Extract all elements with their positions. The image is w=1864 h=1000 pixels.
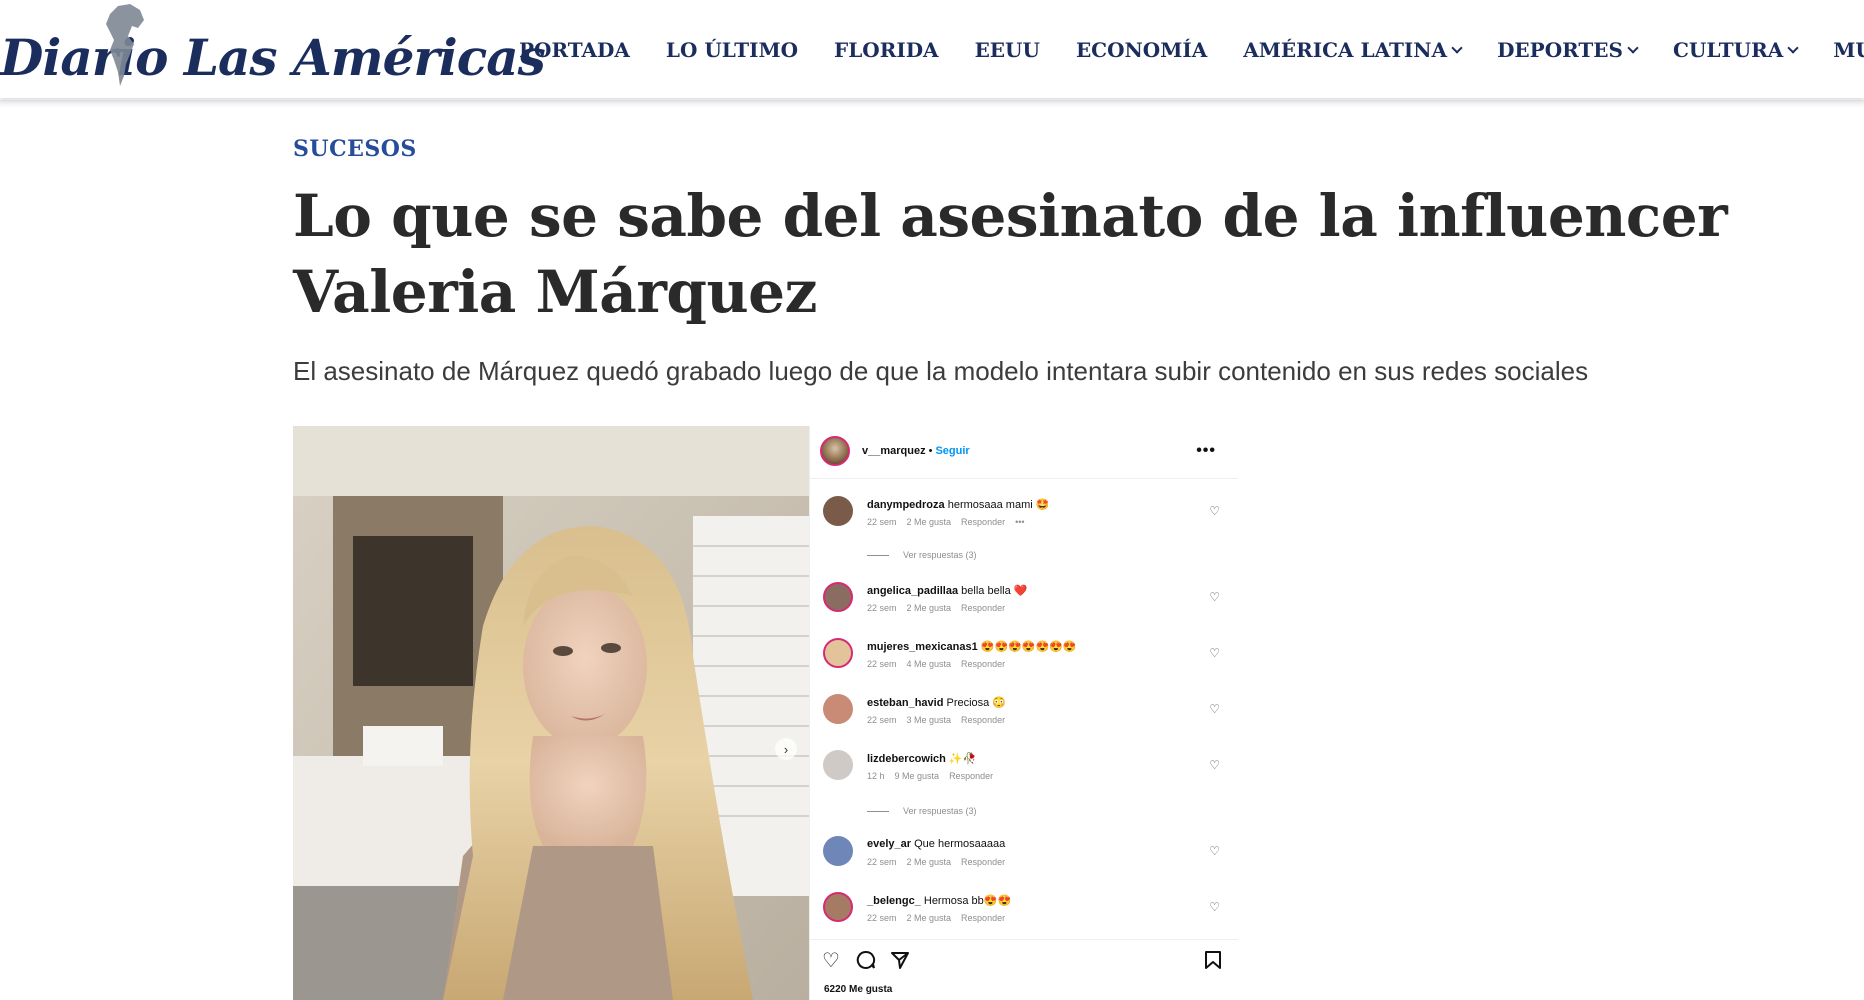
- comment-meta: 22 sem 2 Me gusta Responder: [867, 857, 1006, 867]
- chevron-down-icon: [1787, 42, 1799, 54]
- comment-line: danympedroza hermosaaa mami 🤩: [867, 498, 1049, 511]
- divider: [810, 478, 1238, 479]
- comment-user[interactable]: lizdebercowich: [867, 753, 946, 765]
- nav-item-cultura[interactable]: CULTURA: [1673, 38, 1799, 62]
- nav-item-eeuu[interactable]: EEUU: [975, 38, 1040, 62]
- main-nav: PORTADA LO ÚLTIMO FLORIDA EEUU ECONOMÍA …: [519, 38, 1864, 62]
- comment-item: _belengc_ Hermosa bb😍😍 22 sem 2 Me gusta R…: [823, 892, 1228, 932]
- comment-meta: 22 sem 4 Me gusta Responder: [867, 659, 1006, 669]
- comment-user[interactable]: _belengc_: [867, 895, 921, 907]
- comment-icon[interactable]: [856, 950, 876, 970]
- nav-item-florida[interactable]: FLORIDA: [834, 38, 939, 62]
- comment-line: mujeres_mexicanas1 😍😍😍😍😍😍😍: [867, 640, 1077, 653]
- nav-item-lo-ultimo[interactable]: LO ÚLTIMO: [666, 38, 798, 62]
- heart-icon[interactable]: ♡: [1209, 900, 1220, 914]
- divider: [810, 939, 1238, 940]
- comment-line: lizdebercowich ✨🥀: [867, 752, 976, 765]
- comment-meta: 22 sem 3 Me gusta Responder: [867, 715, 1006, 725]
- comment-item: lizdebercowich ✨🥀 12 h9 Me gusta Responde…: [823, 750, 1228, 790]
- instagram-header: v__marquez • Seguir •••: [820, 436, 1228, 466]
- comment-line: evely_ar Que hermosaaaaa: [867, 838, 1005, 850]
- heart-icon[interactable]: ♡: [822, 948, 840, 973]
- comment-user[interactable]: angelica_padillaa: [867, 585, 958, 597]
- heart-icon[interactable]: ♡: [1209, 702, 1220, 716]
- avatar[interactable]: [823, 582, 853, 612]
- header-divider: [0, 100, 1864, 108]
- nav-item-mundo[interactable]: MUNDO: [1833, 38, 1864, 62]
- view-replies[interactable]: Ver respuestas (3): [867, 806, 977, 816]
- comment-item: mujeres_mexicanas1 😍😍😍😍😍😍😍 22 sem 4 Me gu…: [823, 638, 1228, 678]
- follow-button[interactable]: Seguir: [935, 445, 969, 457]
- avatar[interactable]: [823, 694, 853, 724]
- more-options-icon[interactable]: •••: [1196, 442, 1216, 460]
- comment-text: hermosaaa mami 🤩: [947, 499, 1050, 511]
- avatar[interactable]: [823, 496, 853, 526]
- comment-text: Preciosa 😳: [946, 697, 1007, 709]
- article-subtitle: El asesinato de Márquez quedó grabado lu…: [293, 356, 1589, 386]
- heart-icon[interactable]: ♡: [1209, 590, 1220, 604]
- comment-text: ✨🥀: [948, 753, 977, 765]
- chevron-down-icon: [1451, 42, 1463, 54]
- site-logo[interactable]: Diario Las Américas: [0, 2, 546, 92]
- bookmark-icon[interactable]: [1204, 950, 1222, 970]
- avatar[interactable]: [823, 750, 853, 780]
- ig-separator-dot: •: [928, 445, 933, 457]
- share-icon[interactable]: [890, 950, 910, 970]
- article-photo: ›: [293, 426, 809, 1000]
- comment-line: angelica_padillaa bella bella ❤️: [867, 584, 1027, 597]
- comment-user[interactable]: mujeres_mexicanas1: [867, 641, 978, 653]
- instagram-panel: v__marquez • Seguir ••• danympedroza her…: [809, 426, 1238, 1000]
- comment-user[interactable]: danympedroza: [867, 499, 945, 511]
- comment-item: angelica_padillaa bella bella ❤️ 22 sem 2…: [823, 582, 1228, 622]
- heart-icon[interactable]: ♡: [1209, 504, 1220, 518]
- comment-item: esteban_havid Preciosa 😳 22 sem 3 Me gust…: [823, 694, 1228, 734]
- site-header: Diario Las Américas PORTADA LO ÚLTIMO FL…: [0, 0, 1864, 98]
- avatar[interactable]: [820, 436, 850, 466]
- photo-illustration: [293, 426, 809, 1000]
- comment-line: _belengc_ Hermosa bb😍😍: [867, 894, 1011, 907]
- comment-item: danympedroza hermosaaa mami 🤩 22 sem 2 Me…: [823, 496, 1228, 536]
- nav-item-america-latina[interactable]: AMÉRICA LATINA: [1243, 38, 1463, 62]
- comment-meta: 12 h9 Me gusta Responder: [867, 771, 994, 781]
- instagram-actions: ♡: [822, 948, 1226, 974]
- comment-meta: 22 sem 2 Me gusta Responder •••: [867, 517, 1025, 527]
- nav-item-economia[interactable]: ECONOMÍA: [1076, 38, 1207, 62]
- comment-meta: 22 sem 2 Me gusta Responder: [867, 913, 1006, 923]
- comment-item: evely_ar Que hermosaaaaa 22 sem 2 Me gust…: [823, 836, 1228, 876]
- heart-icon[interactable]: ♡: [1209, 758, 1220, 772]
- comment-meta: 22 sem 2 Me gusta Responder: [867, 603, 1006, 613]
- comment-user[interactable]: evely_ar: [867, 838, 911, 850]
- comment-text: Hermosa bb😍😍: [923, 895, 1012, 907]
- view-replies[interactable]: Ver respuestas (3): [867, 550, 977, 560]
- comment-text: Que hermosaaaaa: [914, 838, 1006, 850]
- comment-user[interactable]: esteban_havid: [867, 697, 943, 709]
- comment-line: esteban_havid Preciosa 😳: [867, 696, 1006, 709]
- heart-icon[interactable]: ♡: [1209, 646, 1220, 660]
- comment-text: 😍😍😍😍😍😍😍: [980, 641, 1077, 653]
- article-headline: Lo que se sabe del asesinato de la influ…: [293, 182, 1728, 326]
- avatar[interactable]: [823, 892, 853, 922]
- ig-username[interactable]: v__marquez: [862, 445, 926, 457]
- globe-logo-icon: [106, 4, 144, 86]
- next-arrow-icon[interactable]: ›: [775, 738, 797, 760]
- likes-count[interactable]: 6220 Me gusta: [824, 984, 892, 995]
- avatar[interactable]: [823, 836, 853, 866]
- comment-text: bella bella ❤️: [961, 585, 1028, 597]
- logo-text: Diario Las Américas: [0, 28, 546, 87]
- article-category[interactable]: SUCESOS: [293, 136, 417, 162]
- chevron-down-icon: [1627, 42, 1639, 54]
- avatar[interactable]: [823, 638, 853, 668]
- nav-item-deportes[interactable]: DEPORTES: [1497, 38, 1639, 62]
- nav-item-portada[interactable]: PORTADA: [519, 38, 630, 62]
- heart-icon[interactable]: ♡: [1209, 844, 1220, 858]
